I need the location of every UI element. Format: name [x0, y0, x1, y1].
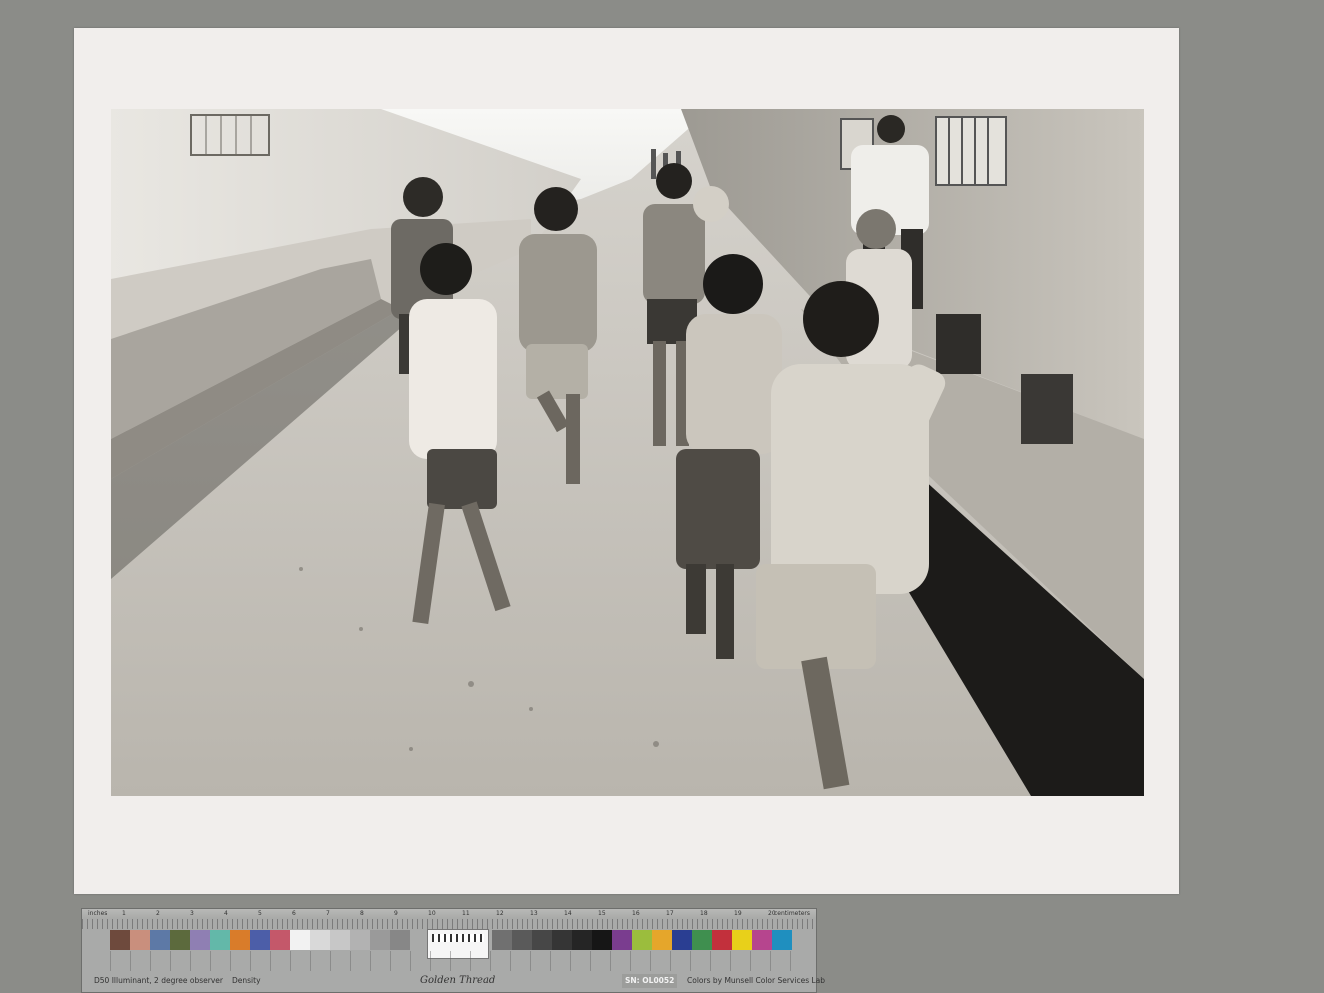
color-patch [612, 930, 632, 950]
ruler: inches centimeters 1 2 3 4 5 6 7 8 9 10 11 12 13 14 15… [82, 909, 816, 919]
color-patches [110, 930, 410, 950]
color-patch [532, 930, 552, 950]
brand-label: Golden Thread [420, 975, 496, 986]
ruler-mark: 6 [292, 910, 296, 917]
ruler-mark: 19 [734, 910, 742, 917]
ruler-mark: 5 [258, 910, 262, 917]
gray-and-color-patches [492, 930, 792, 950]
color-patch [712, 930, 732, 950]
color-patch [752, 930, 772, 950]
color-patch [270, 930, 290, 950]
color-patch [732, 930, 752, 950]
ruler-mark: 14 [564, 910, 572, 917]
color-patch [330, 930, 350, 950]
ruler-mark: 7 [326, 910, 330, 917]
color-patch [110, 930, 130, 950]
ruler-mark: 2 [156, 910, 160, 917]
color-patch [250, 930, 270, 950]
ruler-mark: 11 [462, 910, 470, 917]
color-patch [592, 930, 612, 950]
ruler-mark: 13 [530, 910, 538, 917]
ruler-mark: 4 [224, 910, 228, 917]
target-footer: D50 Illuminant, 2 degree observer Densit… [82, 974, 825, 988]
color-patch [552, 930, 572, 950]
ruler-mark: 15 [598, 910, 606, 917]
color-patch [350, 930, 370, 950]
density-values [110, 951, 792, 971]
color-patch [170, 930, 190, 950]
ruler-mark: 1 [122, 910, 126, 917]
color-patch [492, 930, 512, 950]
ruler-mark: 9 [394, 910, 398, 917]
color-patch [672, 930, 692, 950]
density-label: Density [232, 976, 261, 985]
photograph [111, 109, 1144, 796]
color-patch [692, 930, 712, 950]
color-patch [390, 930, 410, 950]
color-patch [210, 930, 230, 950]
ruler-mark: 16 [632, 910, 640, 917]
color-patch [290, 930, 310, 950]
serial-number: SN: OL0052 [622, 974, 678, 988]
color-patch [632, 930, 652, 950]
ruler-unit-right: centimeters [774, 910, 810, 917]
color-patch [230, 930, 250, 950]
ruler-ticks [82, 919, 816, 929]
color-patch [512, 930, 532, 950]
ruler-mark: 3 [190, 910, 194, 917]
color-patch [652, 930, 672, 950]
color-patch [572, 930, 592, 950]
ruler-mark: 10 [428, 910, 436, 917]
ruler-mark: 8 [360, 910, 364, 917]
color-patch [370, 930, 390, 950]
color-patch [190, 930, 210, 950]
credit-label: Colors by Munsell Color Services Lab [687, 976, 826, 985]
ruler-mark: 17 [666, 910, 674, 917]
ruler-unit-left: inches [88, 910, 108, 917]
color-patch [130, 930, 150, 950]
color-patch [150, 930, 170, 950]
color-target: inches centimeters 1 2 3 4 5 6 7 8 9 10 11 12 13 14 15… [81, 908, 825, 993]
illuminant-label: D50 Illuminant, 2 degree observer [94, 976, 223, 985]
ruler-mark: 18 [700, 910, 708, 917]
photo-scene [111, 109, 1144, 796]
ruler-mark: 12 [496, 910, 504, 917]
color-patch [310, 930, 330, 950]
color-patch [772, 930, 792, 950]
ruler-mark: 20 [768, 910, 776, 917]
